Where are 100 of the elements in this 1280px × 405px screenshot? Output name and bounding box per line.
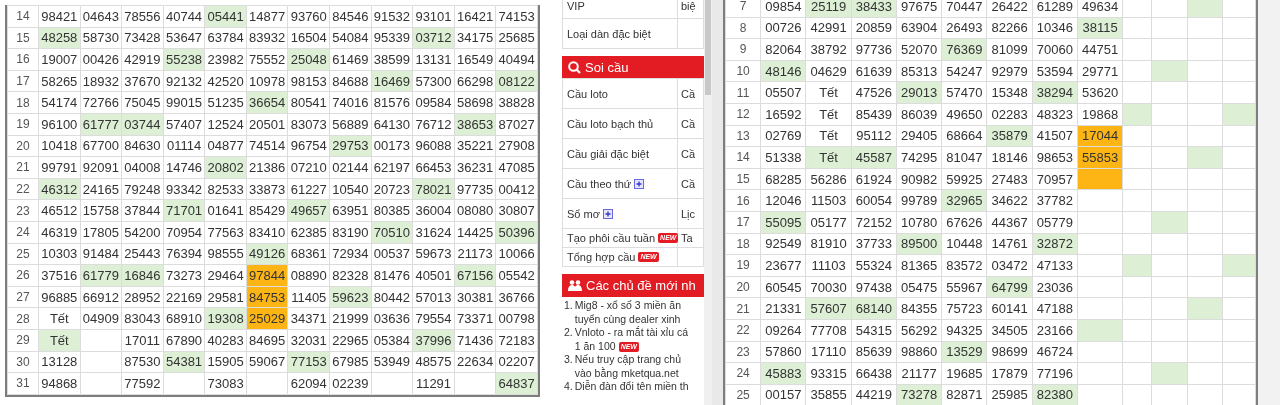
table-cell: 59067 <box>246 351 288 373</box>
menu-link[interactable]: Sổ mơ <box>567 207 600 220</box>
topic-link[interactable]: Mig8 - xổ số 3 miền ăn <box>574 299 681 311</box>
table-cell: 04643 <box>80 5 122 28</box>
people-icon <box>568 279 582 292</box>
table-cell: 47188 <box>1032 297 1078 320</box>
scrollbar[interactable] <box>704 0 712 405</box>
menu-link[interactable]: Tổng hợp cầu <box>567 251 636 263</box>
table-cell: 29464 <box>204 264 247 287</box>
table-cell: 14761 <box>986 233 1033 255</box>
table-cell: 38792 <box>805 38 852 61</box>
expand-icon[interactable] <box>634 178 645 189</box>
table-cell: 73428 <box>121 27 164 49</box>
table-cell: 22965 <box>329 329 372 351</box>
table-cell: 97735 <box>454 178 496 200</box>
table-cell: 57860 <box>760 341 806 363</box>
table-cell: 54200 <box>121 221 164 244</box>
table-cell: 66298 <box>454 70 496 92</box>
table-cell: 23036 <box>1032 276 1078 298</box>
table-cell: 36231 <box>454 156 496 179</box>
table-cell: 78556 <box>121 5 164 28</box>
row-number: 14 <box>7 5 39 28</box>
table-cell: 00798 <box>495 307 538 330</box>
table-cell: 82266 <box>986 17 1033 39</box>
menu-link[interactable]: Tạo phôi cầu tuần <box>567 232 656 244</box>
table-cell: Tết <box>805 81 852 104</box>
expand-icon[interactable] <box>602 208 613 219</box>
table-cell: 41507 <box>1032 125 1078 147</box>
table-cell: 84546 <box>329 5 372 28</box>
table-cell: 75552 <box>246 48 288 71</box>
row-number: 24 <box>7 221 39 244</box>
table-cell: 12046 <box>760 189 806 212</box>
row-number: 22 <box>7 178 39 200</box>
table-cell: 05177 <box>805 211 852 234</box>
row-number: 10 <box>725 60 761 82</box>
table-cell: 86039 <box>896 103 942 126</box>
row-number: 19 <box>725 254 761 277</box>
table-cell: 05384 <box>371 329 413 351</box>
topic-link[interactable]: Vnloto - ra mắt tài xỉu cá <box>574 326 688 338</box>
table-cell: 21386 <box>246 156 288 179</box>
row-number: 12 <box>725 103 761 126</box>
row-number: 23 <box>7 199 39 222</box>
table-cell: 14877 <box>246 5 288 28</box>
table-cell: 79248 <box>121 178 164 200</box>
table-cell: 61639 <box>851 60 897 82</box>
table-cell: 00537 <box>371 243 413 265</box>
row-number: 9 <box>725 38 761 61</box>
table-cell: 80442 <box>371 286 413 308</box>
table-cell: 51235 <box>204 91 247 114</box>
table-cell: 04629 <box>805 60 852 82</box>
table-cell: 68910 <box>163 307 205 330</box>
topic-link[interactable]: Diễn đàn đổi tên miền th <box>574 380 689 392</box>
table-cell: 19007 <box>38 48 81 71</box>
table-cell: 54247 <box>941 60 987 82</box>
table-cell: 84355 <box>896 297 942 320</box>
table-cell: 16504 <box>287 27 330 49</box>
table-cell: 61469 <box>329 48 372 71</box>
topic-link[interactable]: Nếu truy cập trang chủ <box>574 353 681 365</box>
table-cell: 26422 <box>986 0 1033 18</box>
row-number: 27 <box>7 286 39 308</box>
topic-link[interactable]: tuyển cùng dealer xinh <box>574 312 681 325</box>
table-cell: 61227 <box>287 178 330 200</box>
table-cell: 92979 <box>986 60 1033 82</box>
table-cell: 02144 <box>329 156 372 179</box>
table-cell: 87027 <box>495 113 538 136</box>
table-cell: 61289 <box>1032 0 1078 18</box>
table-cell: 74295 <box>896 146 942 169</box>
table-cell: 18146 <box>986 146 1033 169</box>
table-cell: 34371 <box>287 307 330 330</box>
table-cell: Tết <box>805 103 852 126</box>
table-cell: 11291 <box>412 372 455 395</box>
table-cell: 68664 <box>941 125 987 147</box>
table-cell: 99015 <box>163 91 205 114</box>
table-cell: 62094 <box>287 372 330 395</box>
topic-link[interactable]: 1 ăn 100 <box>574 339 616 352</box>
table-cell: 98860 <box>896 341 942 363</box>
table-cell: 79554 <box>412 307 455 330</box>
section-title: Soi cầu <box>585 59 629 75</box>
table-cell: 49650 <box>941 103 987 126</box>
topic-link[interactable]: vào bằng mketqua.net <box>574 366 679 379</box>
table-cell: 71436 <box>454 329 496 351</box>
table-cell: 13131 <box>412 48 455 71</box>
menu-link[interactable]: VIP <box>567 0 585 12</box>
table-cell: 42520 <box>204 70 247 92</box>
row-number: 18 <box>7 91 39 114</box>
table-cell: 04008 <box>121 156 164 179</box>
table-cell: 85429 <box>246 199 288 222</box>
table-cell: 36766 <box>495 286 538 308</box>
table-cell: 47526 <box>851 81 897 104</box>
table-cell: 58265 <box>38 70 81 92</box>
table-cell: 53594 <box>1032 60 1078 82</box>
table-cell: 01114 <box>163 135 205 157</box>
table-cell: 19868 <box>1077 103 1123 126</box>
table-cell: 94868 <box>38 372 81 395</box>
table-cell: 40283 <box>204 329 247 351</box>
table-cell: 42919 <box>121 48 164 71</box>
row-number: 19 <box>7 113 39 136</box>
table-cell: 10066 <box>495 243 538 265</box>
menu-link[interactable]: Cầu loto <box>567 87 608 100</box>
table-cell: 34622 <box>986 189 1033 212</box>
